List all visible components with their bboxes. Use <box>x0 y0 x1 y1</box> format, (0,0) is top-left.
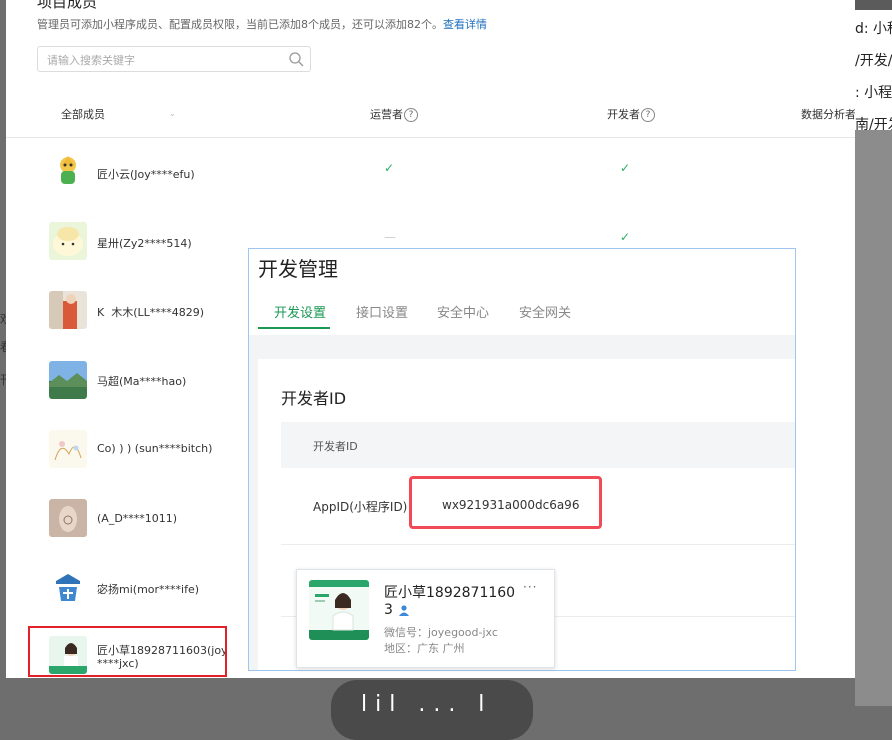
wechat-profile-card: 匠小草1892871160 ··· 3 微信号：joyegood-jxc 地区：… <box>296 569 555 668</box>
avatar <box>49 291 87 329</box>
description-text: 管理员可添加小程序成员、配置成员权限，当前已添加8个成员，还可以添加82个。 <box>37 18 443 31</box>
tab-api-settings[interactable]: 接口设置 <box>356 302 408 321</box>
member-name: K ︎ 木木(LL****4829) <box>97 306 205 319</box>
tab-dev-settings[interactable]: 开发设置 <box>274 302 326 321</box>
avatar <box>49 499 87 537</box>
sort-icon: ⌄ <box>169 109 176 118</box>
help-icon[interactable]: ? <box>404 108 418 122</box>
column-developer: 开发者? <box>607 106 655 122</box>
more-icon[interactable]: ··· <box>523 580 537 594</box>
member-name: 马超(Ma****hao) <box>97 375 187 388</box>
member-name: (A_D****1011) <box>97 512 178 525</box>
person-icon <box>399 605 409 616</box>
column-all-members[interactable]: 全部成员 <box>61 106 105 122</box>
members-table-header: 全部成员 ⌄ 运营者? 开发者? 数据分析者 <box>6 96 855 138</box>
active-tab-indicator <box>258 327 330 329</box>
bg-text: /开发/ <box>855 53 892 69</box>
avatar <box>49 569 87 607</box>
member-name: 星卅(Zy2****514) <box>97 237 192 250</box>
column-data-analyst: 数据分析者 <box>801 108 855 121</box>
column-label: 全部成员 <box>61 108 105 121</box>
panel-description: 管理员可添加小程序成员、配置成员权限，当前已添加8个成员，还可以添加82个。查看… <box>37 16 487 32</box>
details-link[interactable]: 查看详情 <box>443 18 487 31</box>
profile-name: 匠小草1892871160 <box>384 585 516 601</box>
member-name: Co) ) ) (sun****bitch) <box>97 442 213 455</box>
check-icon: ✓ <box>620 161 631 175</box>
dash-icon: — <box>384 230 396 244</box>
background-window-fragment: d: 小程 /开发/ : 小程 南/开发 <box>855 0 892 706</box>
background-topbar <box>855 0 892 10</box>
panel-title: 项目成员 <box>37 0 98 11</box>
appid-highlight-box <box>409 476 602 529</box>
column-label: 运营者 <box>370 108 403 121</box>
tab-security-center[interactable]: 安全中心 <box>437 302 489 321</box>
check-icon: ✓ <box>620 230 631 244</box>
background-lower <box>855 130 892 706</box>
bg-text: d: 小程 <box>855 21 892 37</box>
member-row: 匠小云(Joy****efu) ✓ ✓ <box>6 137 855 206</box>
highlight-box <box>28 626 227 677</box>
appid-label: AppID(小程序ID) <box>313 500 408 514</box>
member-name: 匠小云(Joy****efu) <box>97 168 195 181</box>
search-box[interactable] <box>37 46 311 73</box>
check-icon: ✓ <box>384 161 395 175</box>
avatar <box>49 430 87 468</box>
tab-security-gateway[interactable]: 安全网关 <box>519 302 571 321</box>
dock-text: lil ... l <box>361 692 493 717</box>
region: 地区：广东 广州 <box>384 642 465 655</box>
profile-avatar <box>309 580 369 640</box>
profile-name-cont: 3 <box>384 602 393 618</box>
avatar <box>49 361 87 399</box>
help-icon[interactable]: ? <box>641 108 655 122</box>
appid-row: AppID(小程序ID) wx921931a000dc6a96 <box>281 468 795 545</box>
search-input[interactable] <box>38 47 289 73</box>
avatar <box>49 152 87 190</box>
wechat-id: 微信号：joyegood-jxc <box>384 626 498 639</box>
id-table-header: 开发者ID <box>281 422 795 468</box>
search-icon[interactable] <box>288 51 304 67</box>
dev-title: 开发管理 <box>258 257 338 281</box>
avatar <box>49 222 87 260</box>
dev-header: 开发管理 开发设置 接口设置 安全中心 安全网关 <box>249 249 795 335</box>
id-header-label: 开发者ID <box>313 440 358 453</box>
section-title: 开发者ID <box>281 389 347 408</box>
bottom-dock: lil ... l <box>331 680 533 740</box>
bg-text: : 小程 <box>855 85 892 101</box>
column-label: 开发者 <box>607 108 640 121</box>
member-name: 宓扬mi(mor****ife) <box>97 583 200 596</box>
column-operator: 运营者? <box>370 106 418 122</box>
